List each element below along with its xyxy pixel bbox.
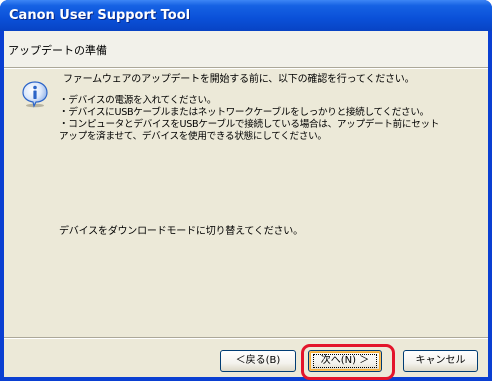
list-item: ・デバイスにUSBケーブルまたはネットワークケーブルをしっかりと接続してください… [59,107,429,118]
dialog-window: Canon User Support Tool アップデートの準備 ファームウェ… [0,0,492,381]
dialog-client-area: アップデートの準備 ファームウェアのアップデートを開始する前に、以下の確認を行っ… [4,31,488,380]
page-title: アップデートの準備 [8,44,107,57]
list-item: ・コンピュータとデバイスをUSBケーブルで接続している場合は、アップデート前にセ… [59,119,440,130]
header-panel: アップデートの準備 [4,31,488,67]
info-icon [22,81,48,108]
next-button-highlight [301,344,395,380]
intro-text: ファームウェアのアップデートを開始する前に、以下の確認を行ってください。 [63,74,415,85]
back-button[interactable]: ＜戻る(B) [220,350,296,372]
window-title: Canon User Support Tool [9,8,191,23]
title-bar[interactable]: Canon User Support Tool [0,0,492,31]
list-item: アップを済ませて、デバイスを使用できる状態にしてください。 [59,131,327,142]
header-divider [4,67,488,69]
footer-divider [4,337,488,339]
cancel-button[interactable]: キャンセル [403,350,478,372]
list-item: ・デバイスの電源を入れてください。 [59,95,217,106]
download-mode-instruction: デバイスをダウンロードモードに切り替えてください。 [59,226,303,237]
